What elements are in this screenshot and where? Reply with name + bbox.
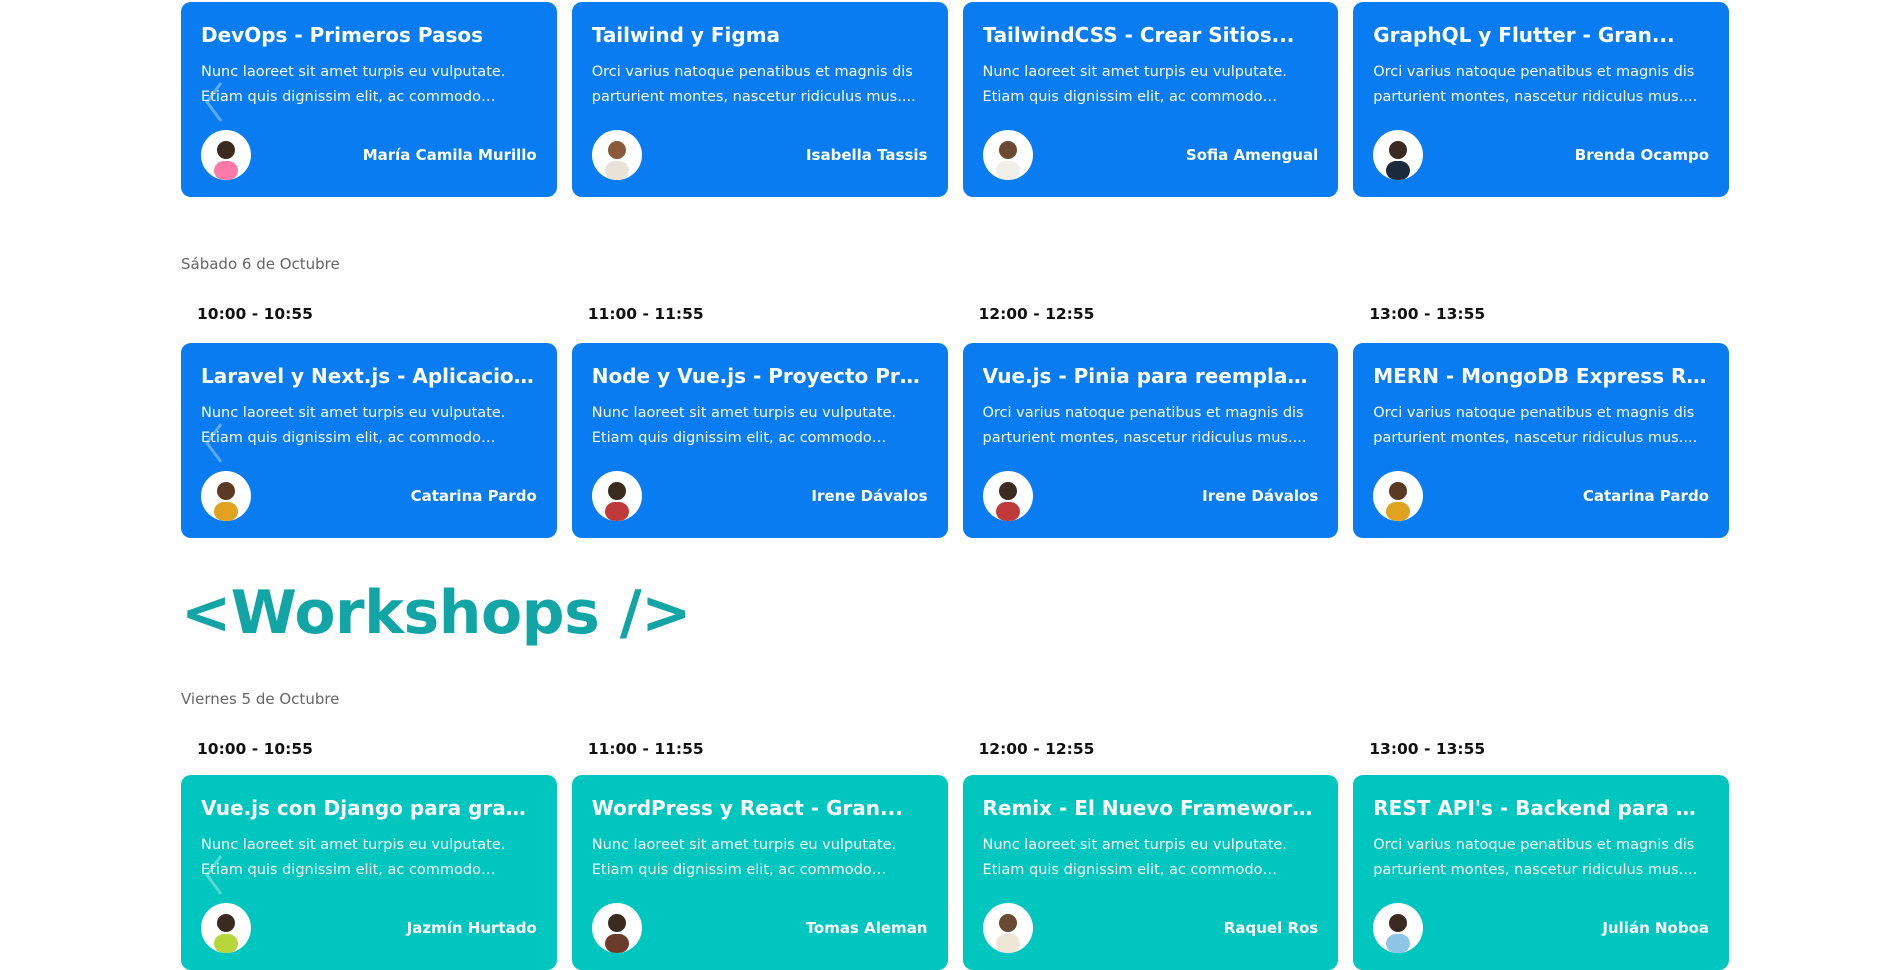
talk-card[interactable]: Tailwind y Figma Orci varius natoque pen… — [571, 2, 948, 197]
speaker-avatar — [591, 903, 642, 953]
workshop-description: Nunc laoreet sit amet turpis eu vulputat… — [201, 837, 506, 878]
talk-card[interactable]: DevOps - Primeros Pasos Nunc laoreet sit… — [181, 2, 557, 197]
talk-title: TailwindCSS - Crear Sitios... — [982, 23, 1295, 47]
speaker-name: Raquel Ros — [1223, 919, 1319, 937]
speaker-name: María Camila Murillo — [362, 146, 537, 164]
talk-title: GraphQL y Flutter - Gran... — [1373, 23, 1675, 47]
talk-card[interactable]: TailwindCSS - Crear Sitios... Nunc laore… — [962, 2, 1339, 197]
talk-description: Nunc laoreet sit amet turpis eu vulputat… — [201, 64, 506, 105]
workshop-description: Nunc laoreet sit amet turpis eu vulputat… — [982, 837, 1287, 878]
speaker-name: Brenda Ocampo — [1574, 146, 1709, 164]
workshop-description: Nunc laoreet sit amet turpis eu vulputat… — [591, 837, 897, 878]
speaker-avatar — [1373, 130, 1424, 180]
chevron-left-icon[interactable] — [199, 850, 229, 900]
section-title-workshops: <Workshops /> — [181, 578, 691, 648]
talk-title: Laravel y Next.js - Aplicaciones Fu... — [201, 364, 537, 388]
chevron-left-icon[interactable] — [199, 418, 229, 468]
time-slots: 10:00 - 10:55 11:00 - 11:55 12:00 - 12:5… — [181, 305, 1729, 323]
speaker-name: Catarina Pardo — [410, 487, 537, 505]
talk-description: Orci varius natoque penatibus et magnis … — [982, 405, 1307, 446]
speaker-avatar — [1373, 903, 1424, 953]
workshop-title: REST API's - Backend para Web y... — [1373, 796, 1709, 820]
speaker-avatar — [201, 471, 251, 521]
speaker-name: Jazmín Hurtado — [406, 919, 537, 937]
workshop-title: Remix - El Nuevo Framework de... — [982, 796, 1319, 820]
talk-description: Nunc laoreet sit amet turpis eu vulputat… — [591, 405, 897, 446]
talk-title: Vue.js - Pinia para reemplazar Vuex — [982, 364, 1319, 388]
chevron-right-icon[interactable] — [143, 77, 173, 127]
speaker-avatar — [201, 130, 251, 180]
chevron-right-icon[interactable] — [143, 418, 173, 468]
time-slot: 12:00 - 12:55 — [978, 305, 1095, 323]
workshop-description: Orci varius natoque penatibus et magnis … — [1373, 837, 1698, 878]
workshop-card[interactable]: WordPress y React - Gran... Nunc laoreet… — [571, 775, 948, 970]
time-slot: 13:00 - 13:55 — [1369, 305, 1486, 323]
time-slot: 11:00 - 11:55 — [587, 305, 704, 323]
talk-title: Tailwind y Figma — [591, 23, 781, 47]
workshop-title: Vue.js con Django para gran... — [201, 796, 537, 820]
workshop-card[interactable]: Vue.js con Django para gran... Nunc laor… — [181, 775, 557, 970]
speaker-name: Catarina Pardo — [1582, 487, 1709, 505]
talk-card[interactable]: Laravel y Next.js - Aplicaciones Fu... N… — [181, 343, 557, 538]
speaker-avatar — [201, 903, 251, 953]
speaker-avatar — [1373, 471, 1424, 521]
speaker-avatar — [982, 130, 1033, 180]
speaker-name: Sofia Amengual — [1185, 146, 1319, 164]
chevron-left-icon[interactable] — [199, 77, 229, 127]
time-slot: 12:00 - 12:55 — [978, 740, 1095, 758]
day-label: Viernes 5 de Octubre — [181, 690, 340, 708]
day-label: Sábado 6 de Octubre — [181, 255, 340, 273]
talk-card[interactable]: MERN - MongoDB Express React y... Orci v… — [1353, 343, 1729, 538]
talk-title: MERN - MongoDB Express React y... — [1373, 364, 1709, 388]
talk-description: Nunc laoreet sit amet turpis eu vulputat… — [982, 64, 1287, 105]
speaker-name: Irene Dávalos — [1202, 487, 1319, 505]
talk-description: Orci varius natoque penatibus et magnis … — [1373, 405, 1698, 446]
time-slot: 10:00 - 10:55 — [197, 305, 313, 323]
time-slot: 10:00 - 10:55 — [197, 740, 313, 758]
talk-description: Orci varius natoque penatibus et magnis … — [1373, 64, 1698, 105]
speaker-name: Irene Dávalos — [811, 487, 928, 505]
speaker-avatar — [982, 471, 1033, 521]
talk-card[interactable]: Vue.js - Pinia para reemplazar Vuex Orci… — [962, 343, 1339, 538]
speaker-name: Tomas Aleman — [805, 919, 928, 937]
workshop-title: WordPress y React - Gran... — [591, 796, 903, 820]
workshop-card[interactable]: Remix - El Nuevo Framework de... Nunc la… — [962, 775, 1339, 970]
speaker-name: Isabella Tassis — [805, 146, 928, 164]
speaker-name: Julián Noboa — [1602, 919, 1709, 937]
talk-description: Nunc laoreet sit amet turpis eu vulputat… — [201, 405, 506, 446]
time-slot: 13:00 - 13:55 — [1369, 740, 1486, 758]
talk-title: Node y Vue.js - Proyecto Práctico — [591, 364, 928, 388]
chevron-right-icon[interactable] — [143, 850, 173, 900]
talk-description: Orci varius natoque penatibus et magnis … — [591, 64, 916, 105]
speaker-avatar — [591, 130, 642, 180]
speaker-avatar — [982, 903, 1033, 953]
talk-card[interactable]: Node y Vue.js - Proyecto Práctico Nunc l… — [571, 343, 948, 538]
time-slot: 11:00 - 11:55 — [587, 740, 704, 758]
workshop-card[interactable]: REST API's - Backend para Web y... Orci … — [1353, 775, 1729, 970]
talk-title: DevOps - Primeros Pasos — [201, 23, 484, 47]
talk-card[interactable]: GraphQL y Flutter - Gran... Orci varius … — [1353, 2, 1729, 197]
speaker-avatar — [591, 471, 642, 521]
time-slots: 10:00 - 10:55 11:00 - 11:55 12:00 - 12:5… — [181, 740, 1729, 758]
